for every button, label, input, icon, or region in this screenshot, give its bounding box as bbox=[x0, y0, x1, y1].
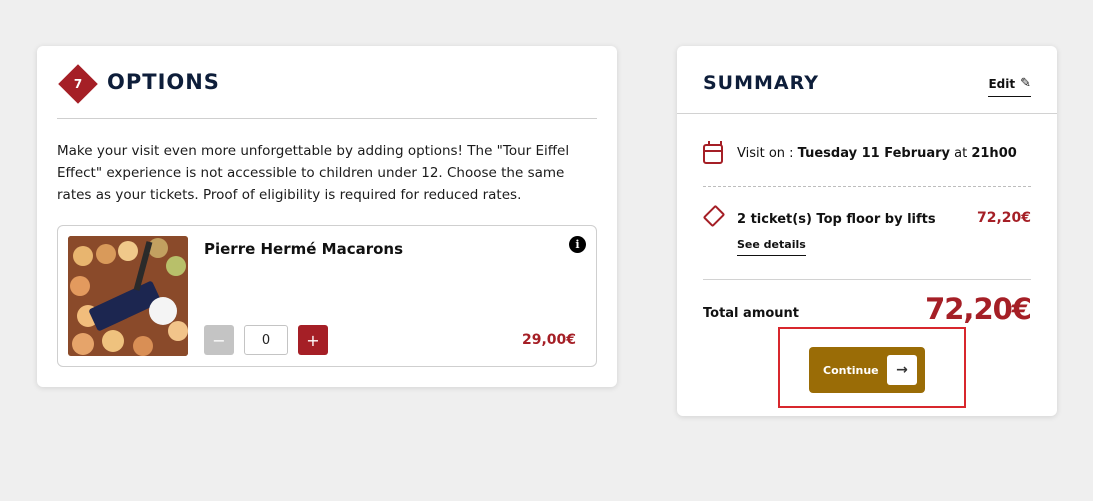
calendar-icon bbox=[703, 141, 723, 164]
see-details-link[interactable]: See details bbox=[737, 238, 806, 256]
options-description: Make your visit even more unforgettable … bbox=[57, 143, 570, 203]
edit-label: Edit bbox=[988, 76, 1016, 91]
edit-link[interactable]: Edit ✎ bbox=[988, 76, 1031, 97]
divider bbox=[57, 118, 597, 119]
total-value: 72,20€ bbox=[925, 292, 1032, 326]
product-card: Pierre Hermé Macarons i − + 29,00€ bbox=[57, 225, 597, 367]
info-icon[interactable]: i bbox=[569, 236, 586, 253]
quantity-increase-button[interactable]: + bbox=[298, 325, 328, 355]
pencil-icon: ✎ bbox=[1020, 76, 1031, 91]
highlight-box bbox=[778, 327, 966, 408]
product-price: 29,00€ bbox=[521, 332, 576, 348]
ticket-label: 2 ticket(s) Top floor by lifts bbox=[737, 212, 936, 227]
ticket-icon bbox=[702, 204, 726, 228]
options-title: OPTIONS bbox=[107, 70, 220, 94]
options-card: 7 OPTIONS Make your visit even more unfo… bbox=[37, 46, 617, 387]
quantity-decrease-button[interactable]: − bbox=[204, 325, 234, 355]
visit-date: Tuesday 11 February bbox=[797, 146, 951, 161]
total-label: Total amount bbox=[703, 306, 800, 321]
quantity-input[interactable] bbox=[244, 325, 288, 355]
dashed-divider bbox=[703, 186, 1031, 187]
ticket-price: 72,20€ bbox=[976, 210, 1031, 226]
divider bbox=[703, 279, 1031, 280]
step-number: 7 bbox=[73, 77, 83, 91]
product-name: Pierre Hermé Macarons bbox=[204, 240, 404, 258]
product-image bbox=[68, 236, 188, 356]
visit-time: 21h00 bbox=[971, 146, 1017, 161]
visit-date-text: Visit on : Tuesday 11 February at 21h00 bbox=[737, 146, 1017, 161]
divider bbox=[677, 113, 1057, 114]
summary-title: SUMMARY bbox=[703, 72, 819, 94]
